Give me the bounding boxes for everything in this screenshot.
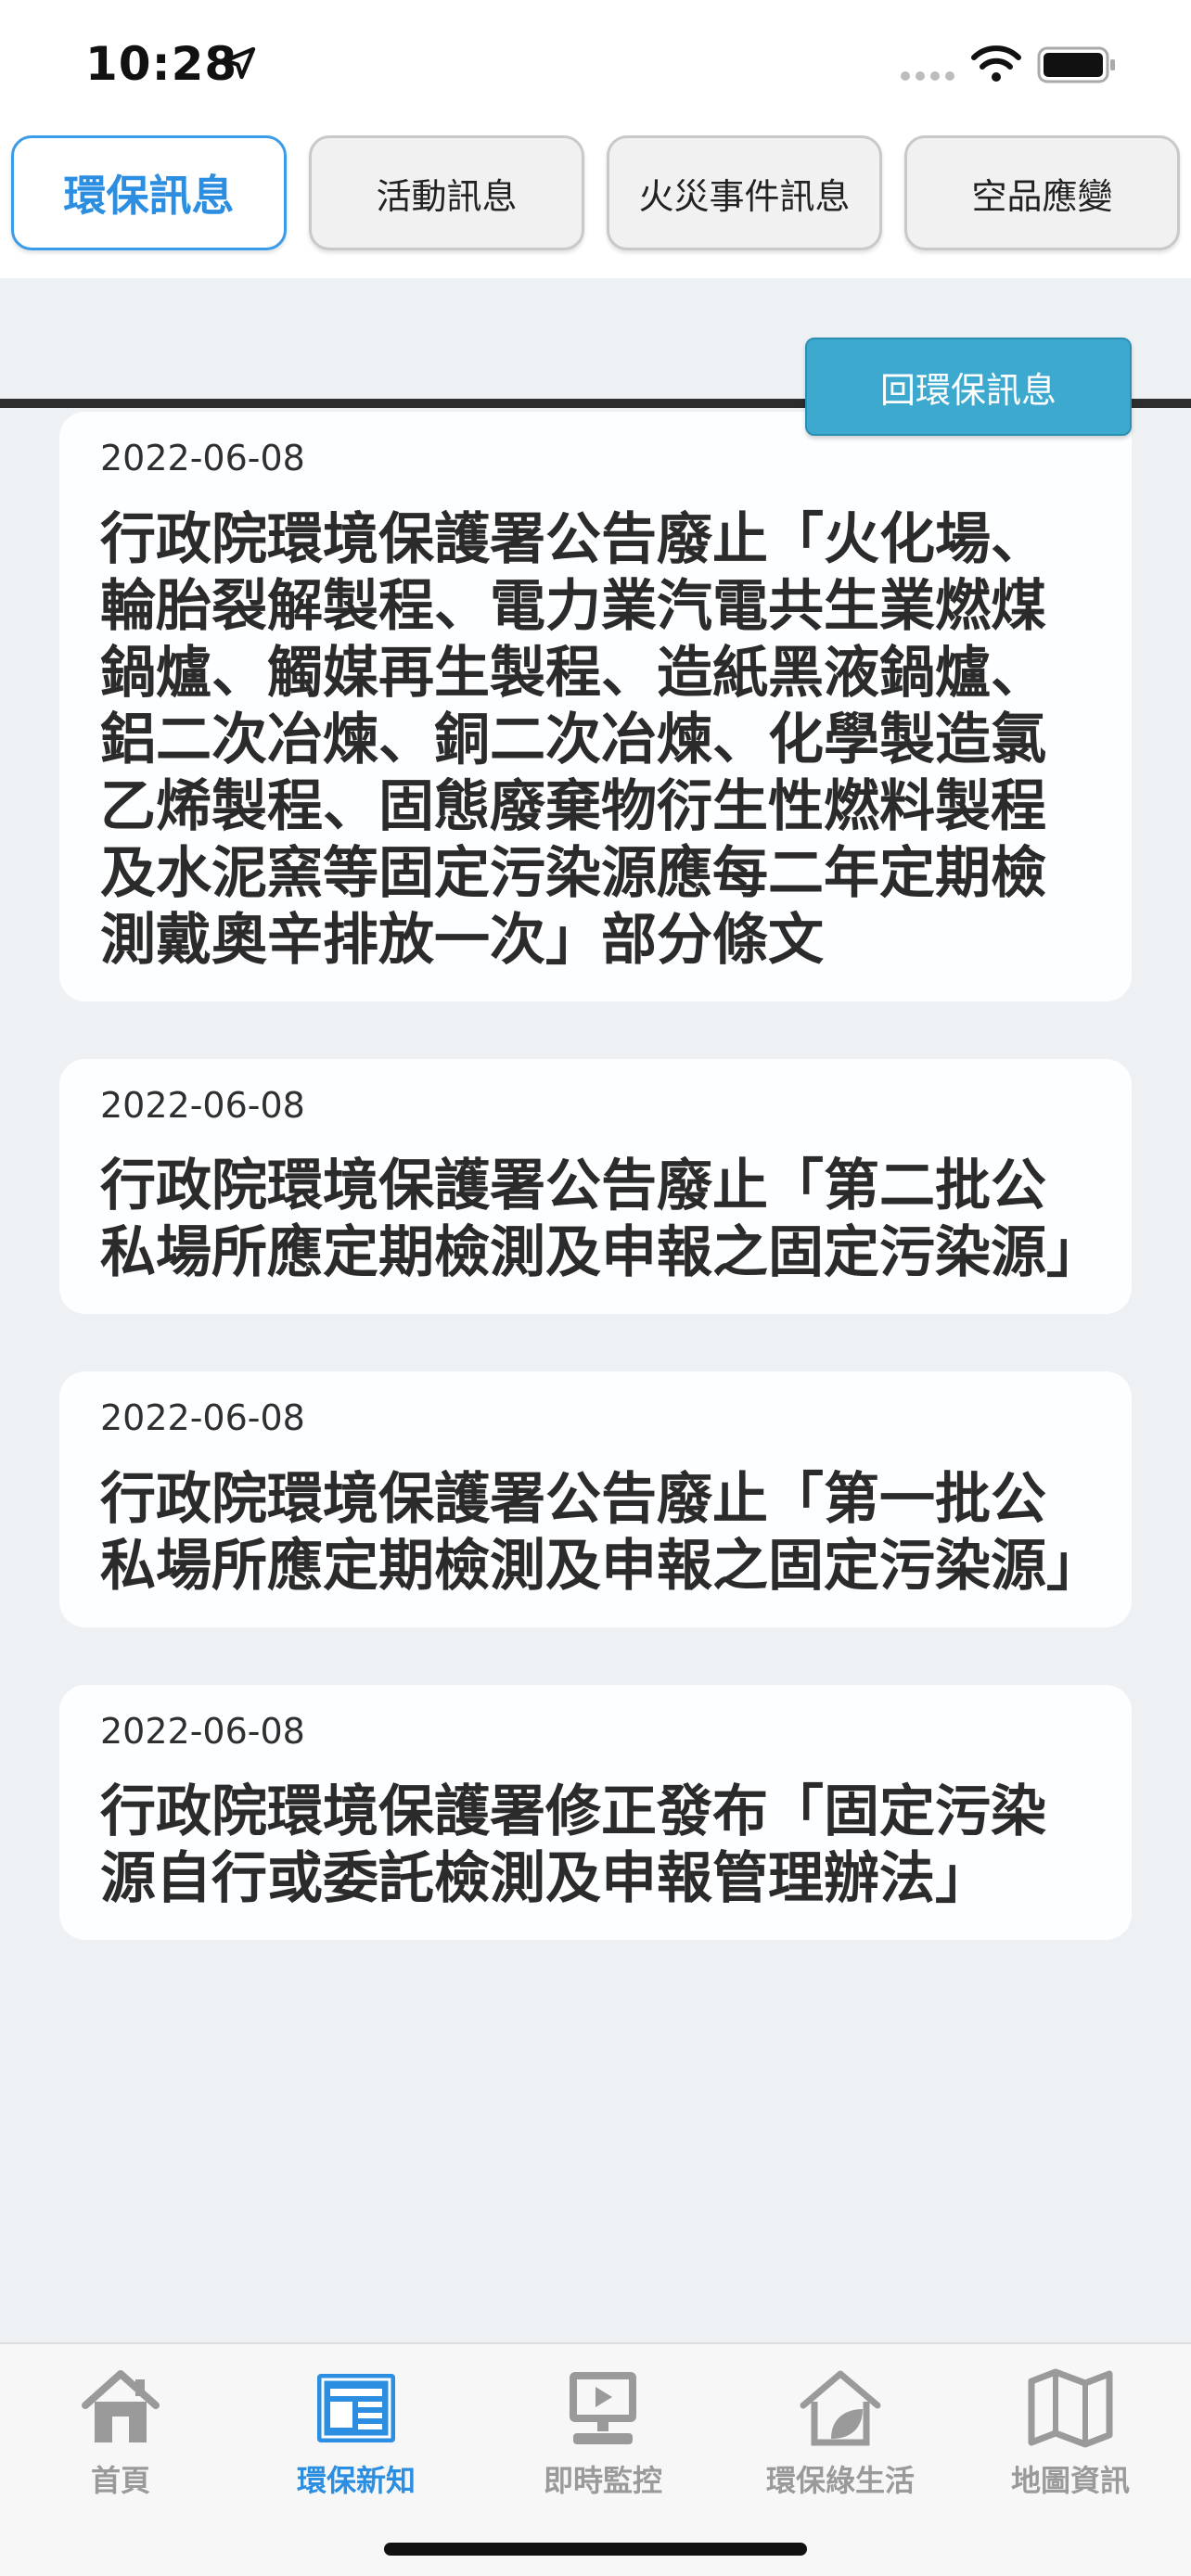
news-title: 行政院環境保護署公告廢止「火化場、輪胎裂解製程、電力業汽電共生業燃煤鍋爐、觸媒再… (100, 506, 1046, 973)
news-card[interactable]: 2022-06-08 行政院環境保護署修正發布「固定污染源自行或委託檢測及申報管… (59, 1684, 1132, 1941)
nav-environment-news-label: 環保新知 (296, 2463, 416, 2498)
tab-activity-news[interactable]: 活動訊息 (309, 135, 584, 250)
news-card[interactable]: 2022-06-08 行政院環境保護署公告廢止「第一批公私場所應定期檢測及申報之… (59, 1371, 1132, 1627)
news-card[interactable]: 2022-06-08 行政院環境保護署公告廢止「火化場、輪胎裂解製程、電力業汽電… (59, 412, 1132, 1001)
news-title: 行政院環境保護署公告廢止「第一批公私場所應定期檢測及申報之固定污染源」 (100, 1466, 1102, 1599)
home-icon (82, 2370, 160, 2442)
news-date: 2022-06-08 (100, 1084, 305, 1126)
nav-map-info[interactable]: 地圖資訊 (959, 2361, 1182, 2500)
location-arrow-icon (223, 46, 256, 80)
tab-fire-incident-news[interactable]: 火災事件訊息 (607, 135, 882, 250)
status-bar: 10:28 (0, 0, 1191, 130)
tab-environment-news[interactable]: 環保訊息 (11, 135, 287, 250)
nav-home[interactable]: 首頁 (9, 2361, 232, 2500)
news-icon (317, 2374, 395, 2442)
battery-icon (1037, 46, 1115, 83)
nav-map-info-label: 地圖資訊 (1010, 2463, 1130, 2498)
back-to-environment-news-button[interactable]: 回環保訊息 (805, 338, 1132, 436)
category-tabs: 環保訊息 活動訊息 火災事件訊息 空品應變 (0, 130, 1191, 408)
nav-green-life[interactable]: 環保綠生活 (729, 2361, 952, 2500)
news-date: 2022-06-08 (100, 1397, 305, 1439)
cellular-signal-icon (901, 71, 954, 81)
green-life-icon (800, 2370, 881, 2446)
news-date: 2022-06-08 (100, 438, 305, 478)
news-list: 2022-06-08 行政院環境保護署公告廢止「火化場、輪胎裂解製程、電力業汽電… (59, 412, 1132, 2322)
news-date: 2022-06-08 (100, 1710, 305, 1752)
monitor-icon (570, 2372, 636, 2444)
status-time: 10:28 (85, 37, 238, 91)
news-title: 行政院環境保護署公告廢止「第二批公私場所應定期檢測及申報之固定污染源」 (100, 1154, 1102, 1286)
news-title: 行政院環境保護署修正發布「固定污染源自行或委託檢測及申報管理辦法」 (100, 1779, 1046, 1912)
map-icon (1028, 2368, 1113, 2448)
nav-live-monitor[interactable]: 即時監控 (492, 2361, 714, 2500)
news-card[interactable]: 2022-06-08 行政院環境保護署公告廢止「第二批公私場所應定期檢測及申報之… (59, 1058, 1132, 1315)
nav-live-monitor-label: 即時監控 (543, 2463, 662, 2498)
nav-home-label: 首頁 (90, 2463, 150, 2498)
home-indicator (384, 2543, 807, 2556)
nav-environment-news[interactable]: 環保新知 (245, 2361, 467, 2500)
bottom-tab-bar: 首頁 環保新知 即時監控 環保綠生活 地圖資訊 (0, 2342, 1191, 2576)
nav-green-life-label: 環保綠生活 (765, 2463, 915, 2498)
tab-air-quality-response[interactable]: 空品應變 (904, 135, 1180, 250)
wifi-icon (971, 45, 1021, 82)
